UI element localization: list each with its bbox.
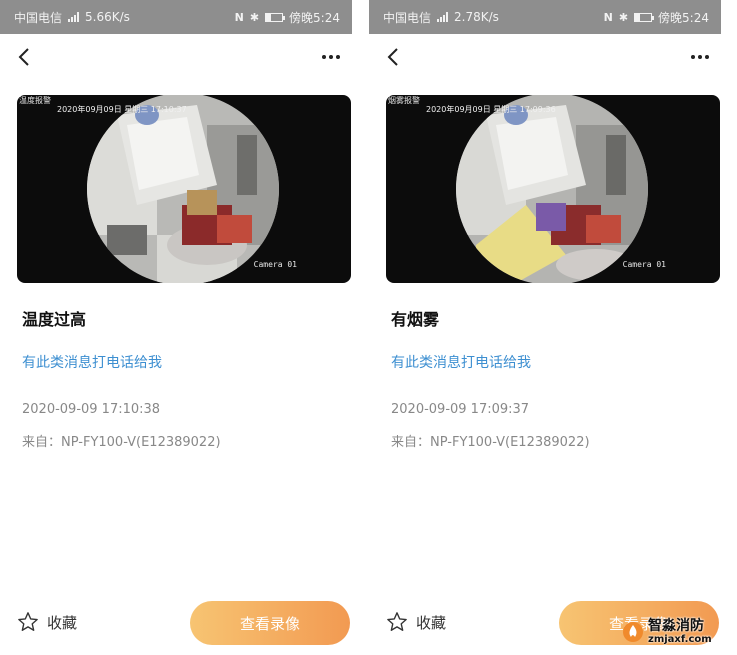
favorite-button[interactable]: 收藏 [17, 611, 77, 633]
nfc-icon: N [234, 10, 244, 24]
call-me-link[interactable]: 有此类消息打电话给我 [22, 352, 162, 372]
status-bar: 中国电信 5.66K/s N ✱ 傍晚5:24 [0, 0, 352, 34]
favorite-label: 收藏 [416, 613, 447, 632]
bluetooth-icon: ✱ [249, 10, 260, 24]
back-arrow-icon[interactable] [387, 45, 407, 69]
call-me-link[interactable]: 有此类消息打电话给我 [391, 352, 531, 372]
view-recording-button[interactable]: 查看录像 [190, 601, 350, 645]
more-menu-icon[interactable] [316, 47, 340, 67]
alarm-time: 2020-09-09 17:10:38 [22, 402, 161, 417]
video-timestamp: 2020年09月09日 星期三 17:09:36 [426, 105, 556, 114]
clock: 傍晚5:24 [289, 10, 340, 25]
signal-icon [68, 12, 80, 22]
battery-icon [265, 12, 286, 22]
nav-bar [369, 34, 721, 80]
alarm-source: 来自：NP-FY100-V(E12389022) [391, 435, 590, 450]
more-menu-icon[interactable] [685, 47, 709, 67]
watermark-domain: zmjaxf.com [648, 634, 712, 646]
alarm-time: 2020-09-09 17:09:37 [391, 402, 530, 417]
phone-screen-temperature: 中国电信 5.66K/s N ✱ 傍晚5:24 温度报警 2020年09月09日… [0, 0, 352, 655]
alarm-title: 温度过高 [22, 310, 87, 329]
favorite-label: 收藏 [47, 613, 78, 632]
flame-logo-icon [622, 621, 644, 643]
watermark-name: 智淼消防 [648, 617, 704, 634]
battery-icon [634, 12, 655, 22]
video-corner-label: 温度报警 [19, 96, 51, 105]
nav-bar [0, 34, 352, 80]
video-snapshot[interactable]: 温度报警 2020年09月09日 星期三 17:10:37 Camera 01 [17, 95, 351, 283]
nfc-icon: N [603, 10, 613, 24]
network-speed: 5.66K/s [85, 10, 130, 24]
star-icon [18, 612, 38, 631]
favorite-button[interactable]: 收藏 [386, 611, 446, 633]
alarm-source: 来自：NP-FY100-V(E12389022) [22, 435, 221, 450]
back-arrow-icon[interactable] [18, 45, 38, 69]
fisheye-camera-image [456, 95, 648, 283]
star-icon [387, 612, 407, 631]
camera-label: Camera 01 [253, 260, 297, 269]
carrier-name: 中国电信 [14, 10, 63, 25]
screenshot: 中国电信 5.66K/s N ✱ 傍晚5:24 温度报警 2020年09月09日… [0, 0, 737, 655]
bluetooth-icon: ✱ [618, 10, 629, 24]
status-bar: 中国电信 2.78K/s N ✱ 傍晚5:24 [369, 0, 721, 34]
camera-label: Camera 01 [622, 260, 666, 269]
carrier-name: 中国电信 [383, 10, 432, 25]
signal-icon [437, 12, 449, 22]
video-snapshot[interactable]: 烟雾报警 2020年09月09日 星期三 17:09:36 Camera 01 [386, 95, 720, 283]
watermark: 智淼消防 zmjaxf.com [622, 612, 734, 652]
video-timestamp: 2020年09月09日 星期三 17:10:37 [57, 105, 187, 114]
fisheye-camera-image [87, 95, 279, 283]
phone-screen-smoke: 中国电信 2.78K/s N ✱ 傍晚5:24 烟雾报警 2020年09月09日… [369, 0, 721, 655]
video-corner-label: 烟雾报警 [388, 96, 420, 105]
clock: 傍晚5:24 [658, 10, 709, 25]
network-speed: 2.78K/s [454, 10, 499, 24]
alarm-title: 有烟雾 [391, 310, 440, 329]
